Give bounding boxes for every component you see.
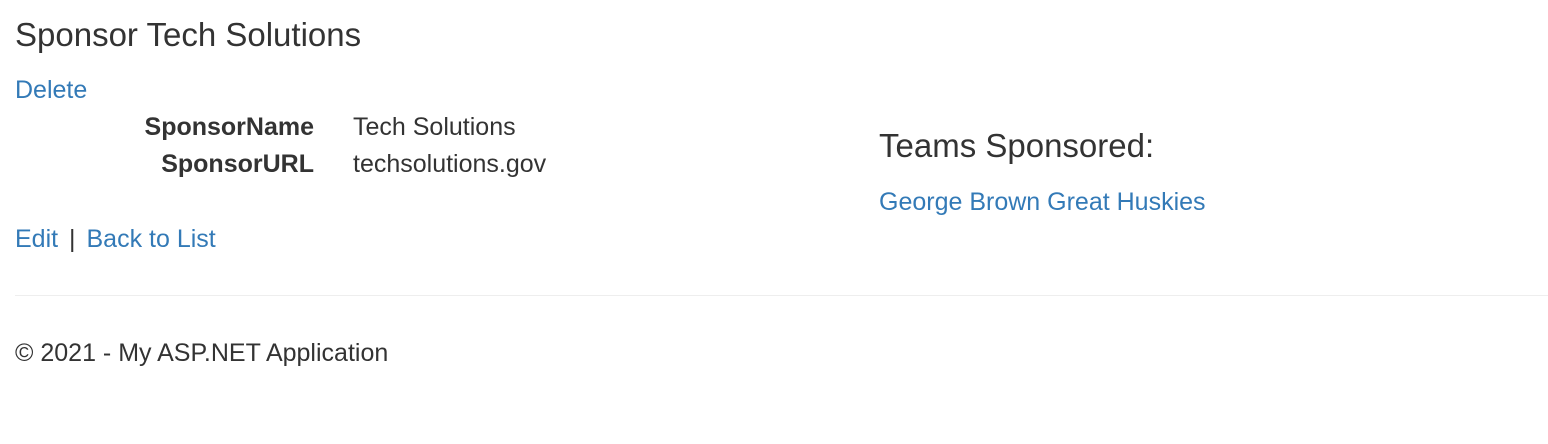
back-to-list-link[interactable]: Back to List [87,225,216,253]
teams-sponsored-heading: Teams Sponsored: [879,127,1155,164]
sponsor-name-label: SponsorName [144,113,314,141]
page: Sponsor Tech Solutions Delete SponsorNam… [0,0,1548,444]
footer-divider [15,295,1548,296]
footer-copyright: © 2021 - My ASP.NET Application [15,339,389,367]
detail-row-sponsor-url: SponsorURL techsolutions.gov [0,148,800,185]
sponsor-url-value: techsolutions.gov [353,150,547,178]
delete-link[interactable]: Delete [15,75,87,105]
sponsor-url-label: SponsorURL [161,150,314,178]
detail-row-sponsor-name: SponsorName Tech Solutions [0,111,800,148]
link-separator: | [69,225,76,253]
sponsor-name-value: Tech Solutions [353,113,516,141]
action-links: Edit | Back to List [15,223,216,255]
edit-link[interactable]: Edit [15,225,58,253]
sponsor-details: SponsorName Tech Solutions SponsorURL te… [0,111,800,185]
team-link[interactable]: George Brown Great Huskies [879,186,1206,218]
page-title: Sponsor Tech Solutions [15,16,362,53]
